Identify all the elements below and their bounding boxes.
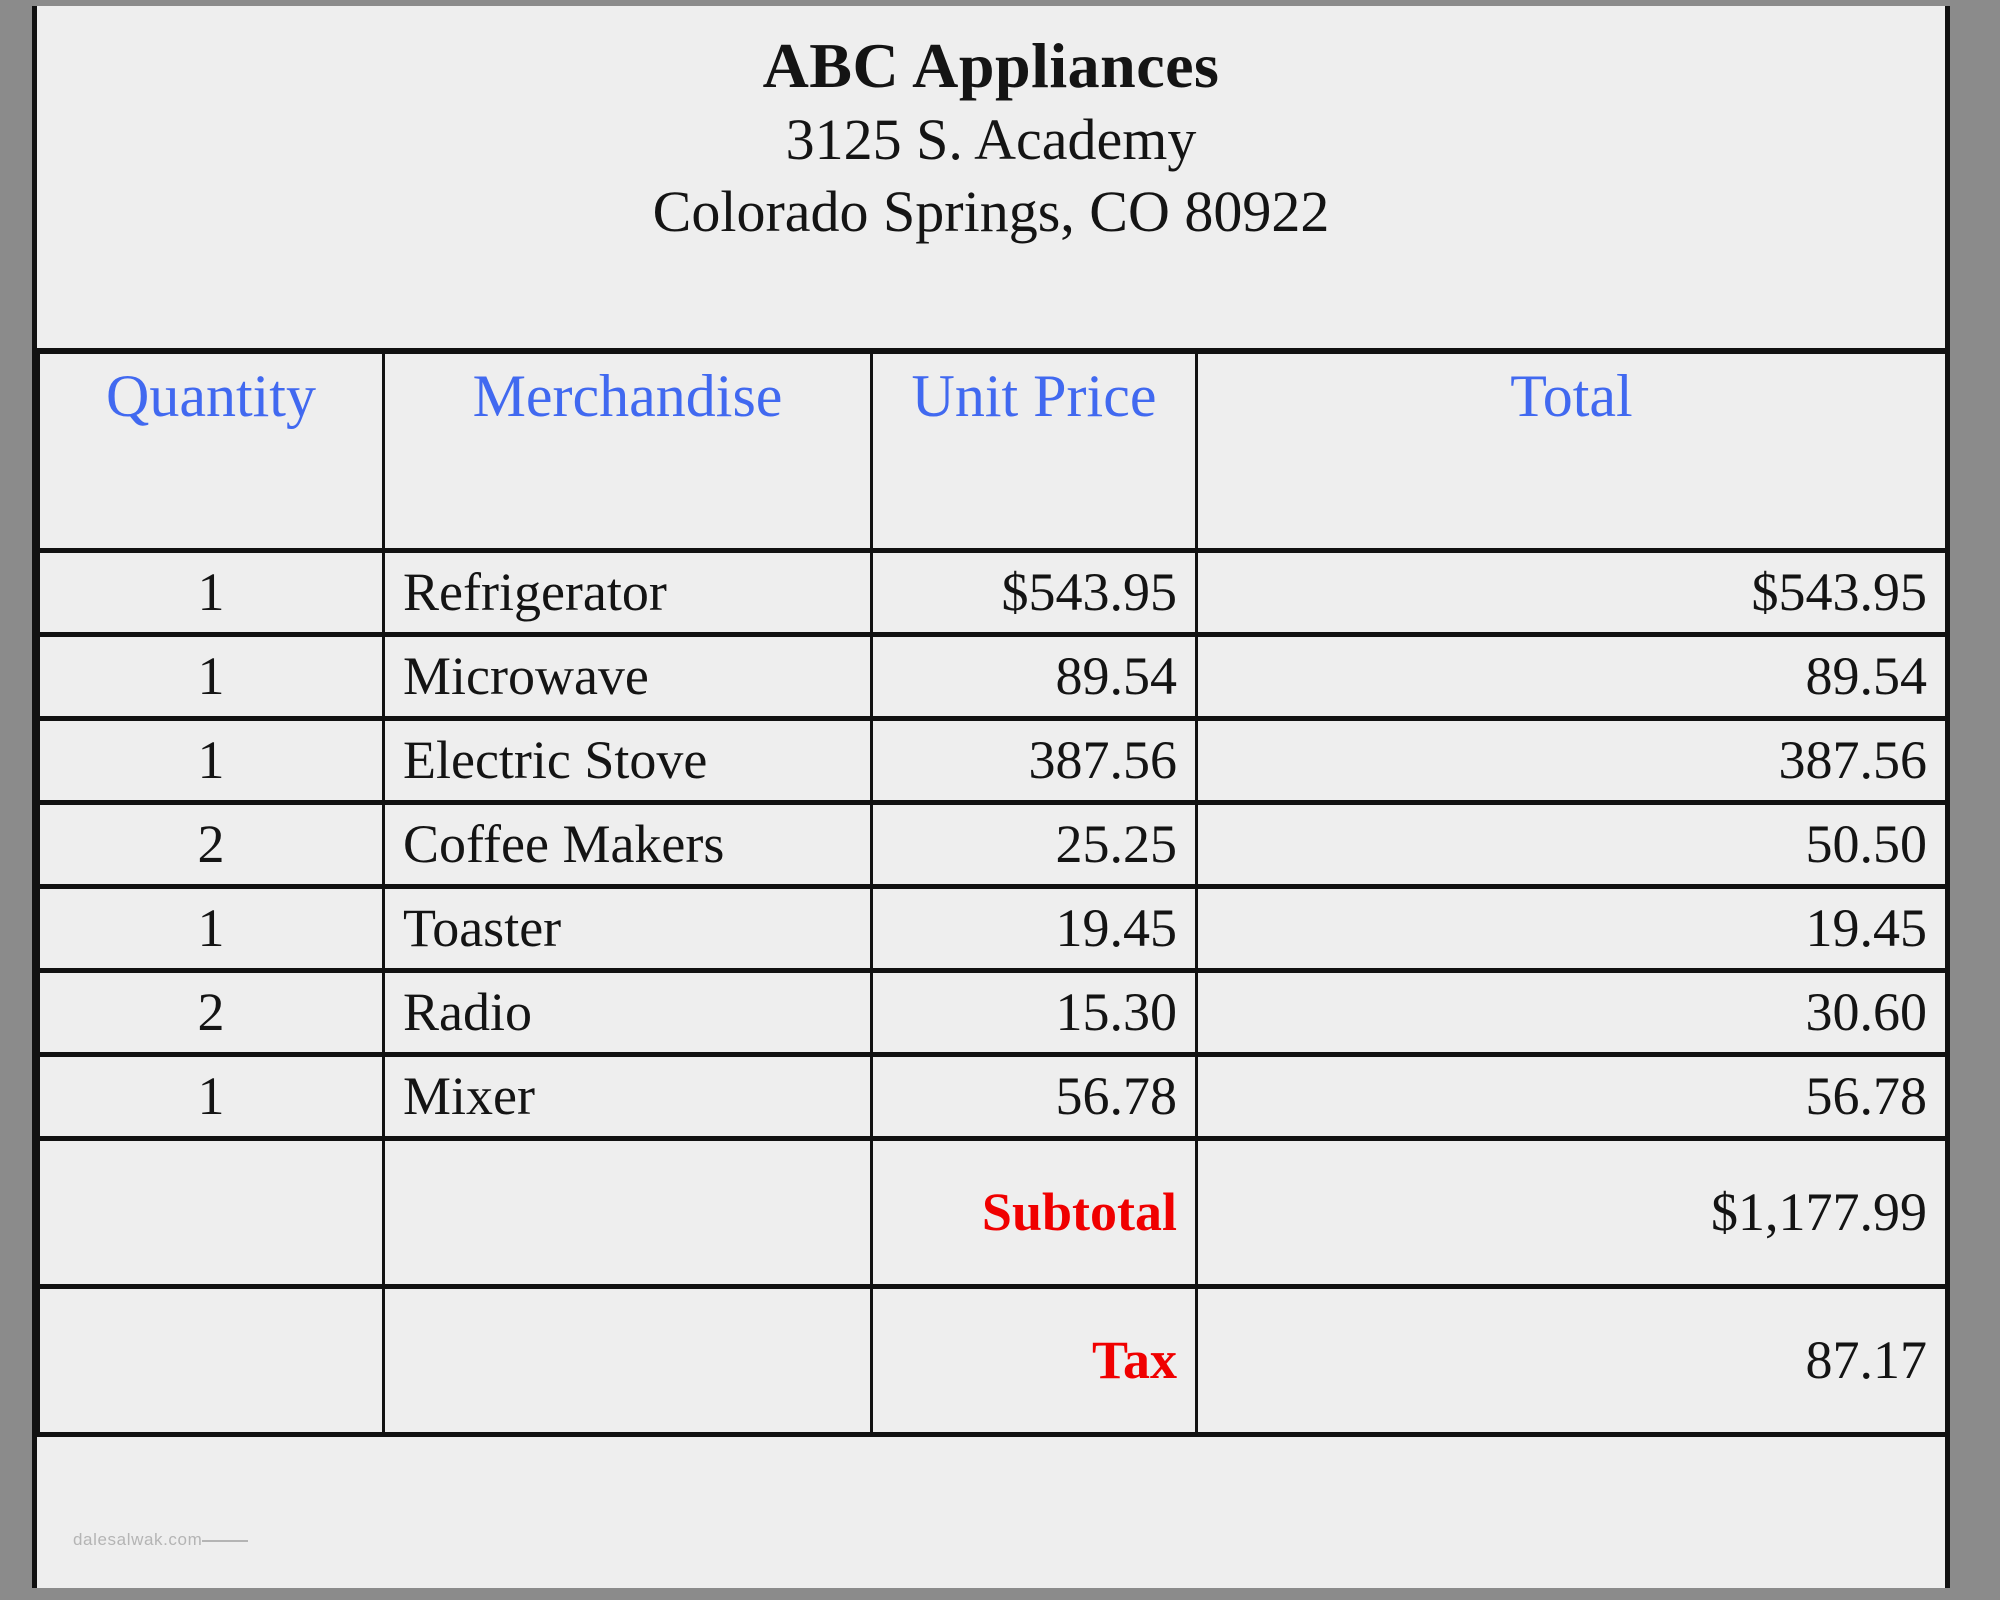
- cell-merchandise: Mixer: [382, 1054, 873, 1141]
- invoice-table: Quantity Merchandise Unit Price Total 1R…: [37, 354, 1945, 1437]
- cell-quantity: 2: [37, 970, 385, 1057]
- table-row: 1 Mixer 56.78 56.78: [37, 1054, 1945, 1141]
- cell-quantity: 1: [37, 1054, 385, 1141]
- cell-total: 50.50: [1195, 802, 1945, 889]
- cell-quantity: 1: [37, 718, 385, 805]
- table-row: 1 Refrigerator $543.95 $543.95: [37, 550, 1945, 637]
- cell-unit-price: 25.25: [870, 802, 1198, 889]
- table-row: 1 Microwave 89.54 89.54: [37, 634, 1945, 721]
- summary-value: $1,177.99: [1195, 1138, 1945, 1289]
- site-watermark: dalesalwak.com: [73, 1530, 249, 1549]
- invoice-sheet: ABC Appliances 3125 S. Academy Colorado …: [32, 6, 1950, 1588]
- cell-unit-price: 89.54: [870, 634, 1198, 721]
- table-row: 2 Coffee Makers 25.25 50.50: [37, 802, 1945, 889]
- cell-empty-quantity: [37, 1138, 385, 1289]
- cell-quantity: 2: [37, 802, 385, 889]
- cell-unit-price: 15.30: [870, 970, 1198, 1057]
- cell-quantity: 1: [37, 550, 385, 637]
- cell-unit-price: $543.95: [870, 550, 1198, 637]
- summary-row: Subtotal $1,177.99: [37, 1138, 1945, 1289]
- cell-total: 56.78: [1195, 1054, 1945, 1141]
- cell-quantity: 1: [37, 634, 385, 721]
- cell-merchandise: Electric Stove: [382, 718, 873, 805]
- table-row: 2 Radio 15.30 30.60: [37, 970, 1945, 1057]
- store-name: ABC Appliances: [762, 30, 1220, 101]
- cell-merchandise: Refrigerator: [382, 550, 873, 637]
- cell-total: $543.95: [1195, 550, 1945, 637]
- table-row: 1 Electric Stove 387.56 387.56: [37, 718, 1945, 805]
- cell-total: 19.45: [1195, 886, 1945, 973]
- cell-unit-price: 387.56: [870, 718, 1198, 805]
- cell-total: 387.56: [1195, 718, 1945, 805]
- column-header-total: Total: [1195, 354, 1945, 553]
- summary-label: Tax: [870, 1286, 1198, 1437]
- cell-merchandise: Coffee Makers: [382, 802, 873, 889]
- store-address-line: 3125 S. Academy: [785, 106, 1197, 172]
- column-header-quantity: Quantity: [37, 354, 385, 553]
- cell-unit-price: 56.78: [870, 1054, 1198, 1141]
- table-header-row: Quantity Merchandise Unit Price Total: [37, 354, 1945, 553]
- cell-empty-quantity: [37, 1286, 385, 1437]
- letterhead: ABC Appliances 3125 S. Academy Colorado …: [37, 6, 1945, 354]
- summary-value: 87.17: [1195, 1286, 1945, 1437]
- column-header-merchandise: Merchandise: [382, 354, 873, 553]
- cell-unit-price: 19.45: [870, 886, 1198, 973]
- summary-label: Subtotal: [870, 1138, 1198, 1289]
- cell-merchandise: Toaster: [382, 886, 873, 973]
- cell-total: 89.54: [1195, 634, 1945, 721]
- scanned-page: ABC Appliances 3125 S. Academy Colorado …: [0, 0, 2000, 1600]
- table-row: 1 Toaster 19.45 19.45: [37, 886, 1945, 973]
- cell-empty-merchandise: [382, 1138, 873, 1289]
- column-header-unit-price: Unit Price: [870, 354, 1198, 553]
- cell-merchandise: Radio: [382, 970, 873, 1057]
- cell-quantity: 1: [37, 886, 385, 973]
- cell-total: 30.60: [1195, 970, 1945, 1057]
- cell-merchandise: Microwave: [382, 634, 873, 721]
- store-city-state-zip: Colorado Springs, CO 80922: [652, 179, 1330, 245]
- summary-row: Tax 87.17: [37, 1286, 1945, 1437]
- scan-edge-bottom: [0, 1588, 2000, 1600]
- cell-empty-merchandise: [382, 1286, 873, 1437]
